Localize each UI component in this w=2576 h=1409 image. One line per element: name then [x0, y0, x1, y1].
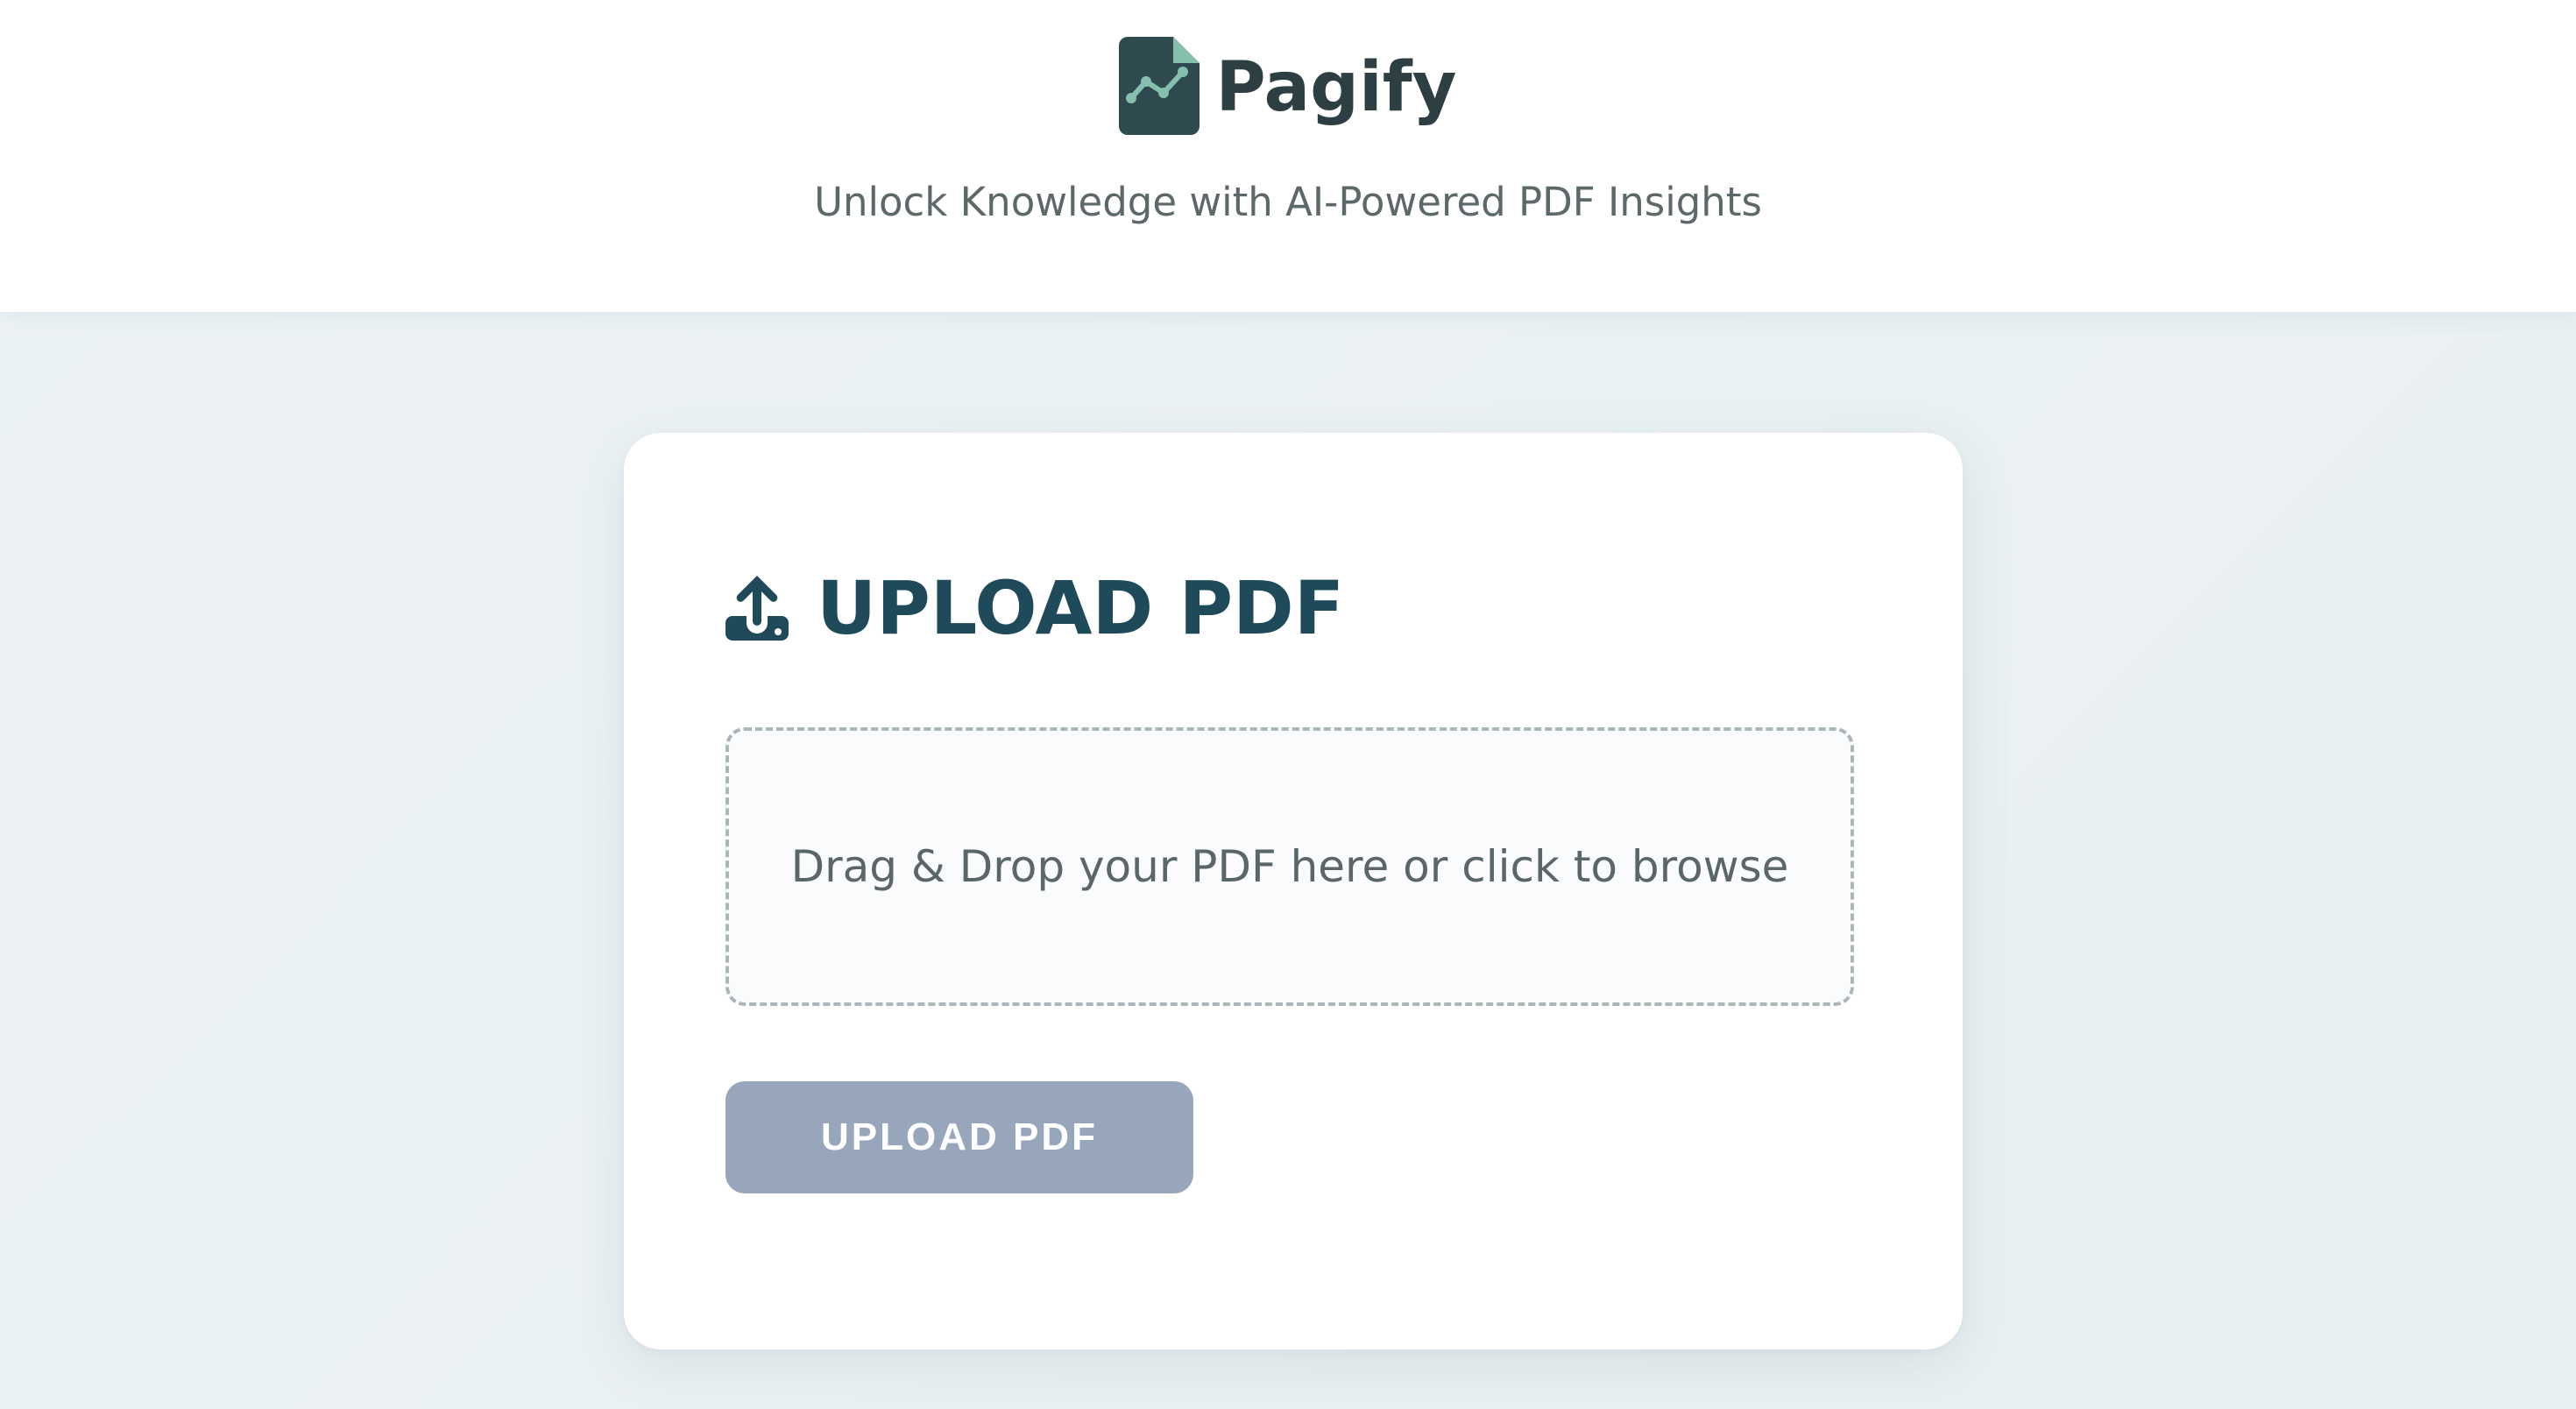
tagline: Unlock Knowledge with AI-Powered PDF Ins…: [814, 179, 1762, 225]
upload-card-title: UPLOAD PDF: [817, 565, 1345, 651]
upload-card: UPLOAD PDF Drag & Drop your PDF here or …: [624, 433, 1963, 1349]
document-chart-icon: [1119, 37, 1200, 135]
upload-pdf-button[interactable]: UPLOAD PDF: [725, 1081, 1193, 1193]
dropzone-instructions: Drag & Drop your PDF here or click to br…: [790, 841, 1789, 892]
brand[interactable]: Pagify: [0, 35, 2576, 137]
brand-name: Pagify: [1215, 48, 1457, 127]
pdf-dropzone[interactable]: Drag & Drop your PDF here or click to br…: [725, 727, 1854, 1006]
app-header: Pagify Unlock Knowledge with AI-Powered …: [0, 0, 2576, 312]
upload-icon: [725, 576, 789, 641]
upload-card-heading: UPLOAD PDF: [725, 564, 1344, 652]
